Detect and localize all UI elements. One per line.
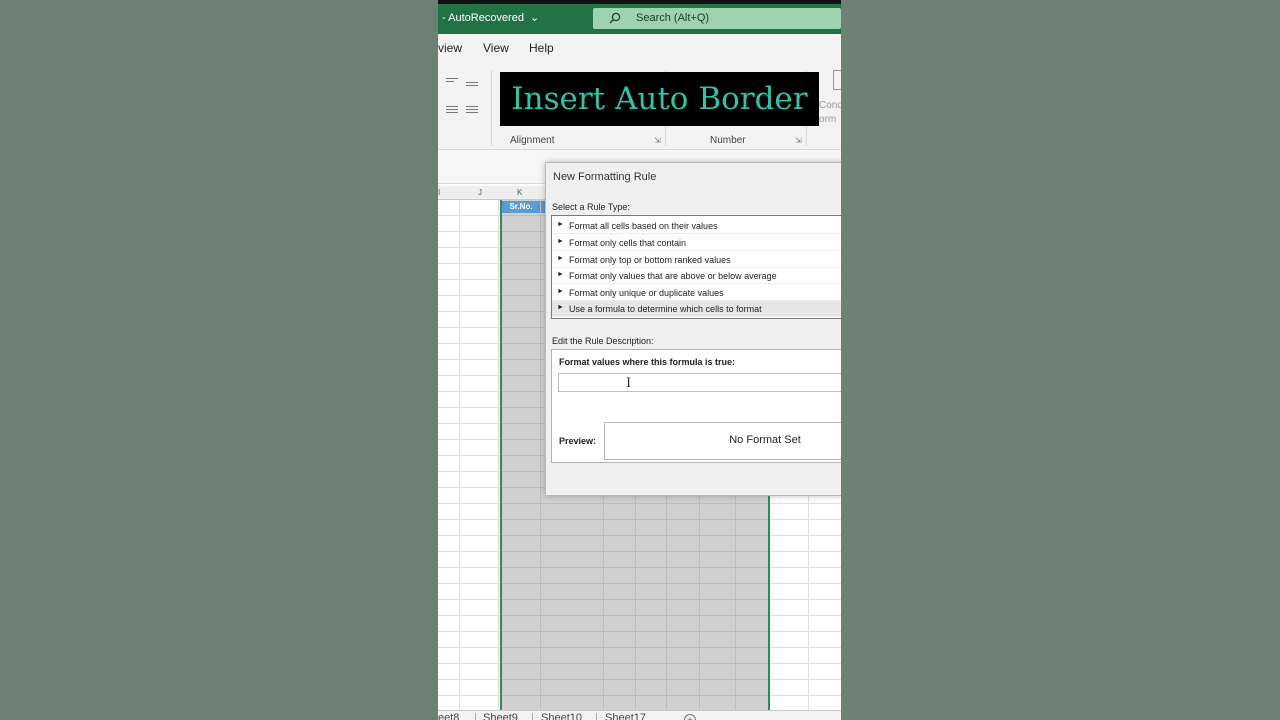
sheet-tab[interactable]: Sheet17 <box>605 712 646 720</box>
alignment-launcher-icon[interactable]: ⇲ <box>654 136 661 145</box>
background-right <box>841 0 1280 720</box>
menu-view[interactable]: View <box>483 41 509 55</box>
tab-separator <box>596 713 597 720</box>
conditional-formatting-label[interactable]: Cond <box>819 100 841 111</box>
rule-type-text: Format only cells that contain <box>569 238 687 248</box>
rule-type-item[interactable]: ► Format only unique or duplicate values <box>552 285 841 301</box>
conditional-formatting-icon[interactable] <box>833 70 841 90</box>
tab-separator <box>532 713 533 720</box>
search-box[interactable]: Search (Alt+Q) <box>593 8 841 29</box>
arrow-right-icon: ► <box>557 271 564 278</box>
column-header-i[interactable]: I <box>438 188 440 197</box>
preview-text: No Format Set <box>729 434 801 446</box>
rule-type-item[interactable]: ► Format only values that are above or b… <box>552 268 841 284</box>
preview-label: Preview: <box>559 436 597 446</box>
column-header-j[interactable]: J <box>478 188 482 197</box>
number-launcher-icon[interactable]: ⇲ <box>795 136 802 145</box>
rule-type-text: Format only top or bottom ranked values <box>569 255 731 265</box>
alignment-group-label: Alignment <box>510 135 555 146</box>
menu-bar: view View Help <box>438 34 841 64</box>
align-left-icon[interactable] <box>446 106 460 116</box>
title-prefix: - <box>442 12 446 24</box>
rule-description-label: Edit the Rule Description: <box>552 336 654 346</box>
formula-heading: Format values where this formula is true… <box>559 357 736 367</box>
preview-box: No Format Set <box>604 422 841 460</box>
gridline <box>540 200 541 710</box>
ribbon-separator <box>491 70 492 146</box>
chevron-down-icon[interactable]: ⌄ <box>530 11 539 24</box>
add-sheet-button[interactable]: + <box>684 714 696 720</box>
title-name: AutoRecovered <box>448 12 524 24</box>
align-middle-icon[interactable] <box>466 82 480 92</box>
rule-type-item[interactable]: ► Format only top or bottom ranked value… <box>552 252 841 268</box>
sheet-tab[interactable]: Sheet9 <box>483 712 518 720</box>
conditional-formatting-label-2[interactable]: orm <box>819 114 836 125</box>
document-title[interactable]: - AutoRecovered <box>442 12 524 24</box>
rule-type-item-selected[interactable]: ► Use a formula to determine which cells… <box>552 301 841 317</box>
arrow-right-icon: ► <box>557 255 564 262</box>
rule-type-text: Format all cells based on their values <box>569 221 718 231</box>
arrow-right-icon: ► <box>557 221 564 228</box>
video-title-overlay: Insert Auto Border <box>500 72 819 126</box>
align-top-icon[interactable] <box>446 78 460 88</box>
menu-help[interactable]: Help <box>529 41 554 55</box>
sheet-tabs: eet8 Sheet9 Sheet10 Sheet17 + <box>438 710 841 720</box>
arrow-right-icon: ► <box>557 304 564 311</box>
background-left <box>0 0 438 720</box>
align-center-icon[interactable] <box>466 106 480 116</box>
gridline <box>498 200 499 710</box>
menu-review[interactable]: view <box>438 41 462 55</box>
rule-type-item[interactable]: ► Format only cells that contain <box>552 235 841 251</box>
new-formatting-rule-dialog: New Formatting Rule Select a Rule Type: … <box>545 162 841 496</box>
sheet-tab[interactable]: eet8 <box>438 712 459 720</box>
dialog-title: New Formatting Rule <box>553 171 657 183</box>
number-group-label: Number <box>710 135 746 146</box>
text-cursor-icon: I <box>626 376 632 391</box>
search-icon <box>609 12 621 24</box>
rule-type-item[interactable]: ► Format all cells based on their values <box>552 218 841 234</box>
rule-type-text: Format only unique or duplicate values <box>569 288 724 298</box>
rule-description-panel: Format values where this formula is true… <box>551 349 841 463</box>
header-cell-srno[interactable]: Sr.No. <box>502 201 540 213</box>
rule-type-label: Select a Rule Type: <box>552 202 630 212</box>
excel-window: - AutoRecovered ⌄ Search (Alt+Q) view Vi… <box>438 0 841 720</box>
formula-input[interactable]: I <box>558 373 841 392</box>
column-header-k[interactable]: K <box>517 188 522 197</box>
rule-type-text: Use a formula to determine which cells t… <box>569 304 762 314</box>
arrow-right-icon: ► <box>557 288 564 295</box>
ribbon: Alignment ⇲ Number ⇲ Cond orm Insert Aut… <box>438 64 841 150</box>
rule-type-list[interactable]: ► Format all cells based on their values… <box>551 215 841 319</box>
rule-type-text: Format only values that are above or bel… <box>569 271 777 281</box>
search-placeholder: Search (Alt+Q) <box>636 12 710 24</box>
sheet-tab[interactable]: Sheet10 <box>541 712 582 720</box>
tab-separator <box>475 713 476 720</box>
arrow-right-icon: ► <box>557 238 564 245</box>
title-bar: - AutoRecovered ⌄ Search (Alt+Q) <box>438 0 841 34</box>
gridline <box>459 200 460 710</box>
overlay-caption: Insert Auto Border <box>511 81 808 117</box>
